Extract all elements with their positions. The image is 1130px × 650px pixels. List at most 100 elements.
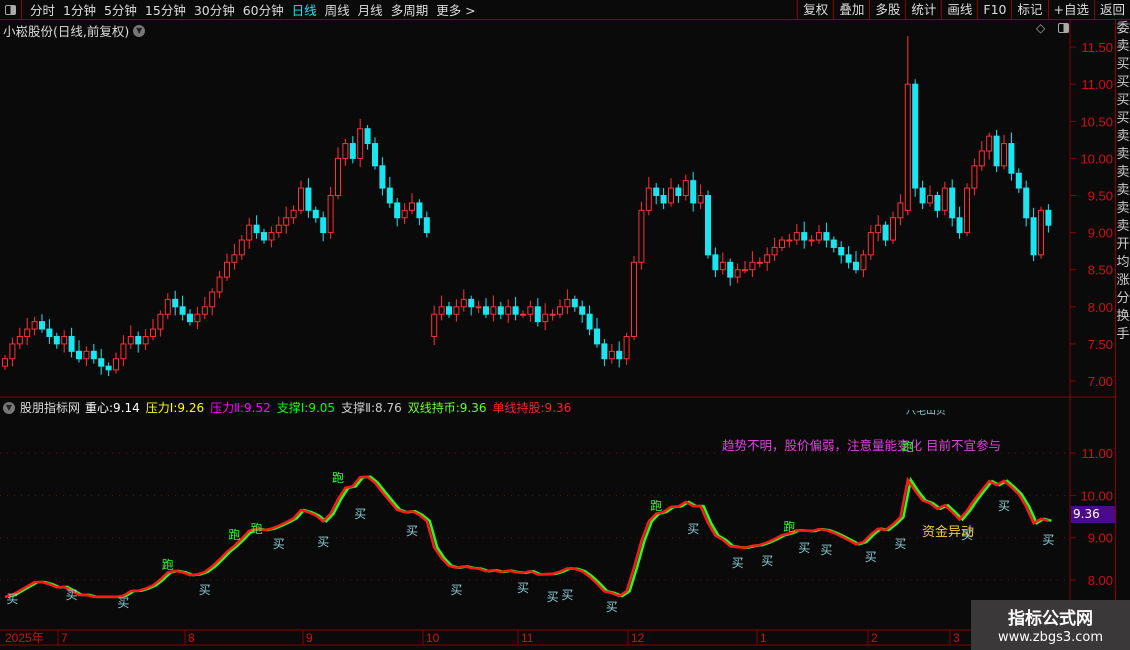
candle [897,194,904,226]
candle [534,298,541,327]
candle [423,211,430,238]
candle [631,256,637,341]
sell-signal-label: 跑 [161,558,174,573]
indicator-tick-label: 9.00 [1088,531,1113,546]
candle [446,301,452,318]
candle [179,295,186,321]
candle [653,183,660,205]
candle [890,211,896,244]
buy-signal-label: 买 [894,536,907,551]
candle [209,288,216,316]
candle [431,305,438,346]
buy-signal-label: 买 [820,543,833,558]
sell-signal-label: 跑 [332,471,345,486]
buy-signal-label: 买 [761,553,774,568]
candle [645,176,652,216]
indicator-value: 双线持币:9.36 [407,401,487,415]
right-info-strip[interactable]: 委卖买买买买卖卖卖卖卖卖开均涨分换手 [1115,20,1130,650]
candle [416,199,423,226]
candle [327,186,334,239]
indicator-name: 股朋指标网 [20,401,81,415]
candle [475,300,482,313]
chevron-down-icon[interactable]: ▼ [3,401,15,414]
candle [231,243,238,270]
candle [705,190,711,259]
price-tick-label: 7.50 [1088,337,1113,352]
candle [9,337,16,367]
candle [586,305,593,336]
candle [616,341,623,368]
current-value-tag: 9.36 [1071,506,1115,523]
candle [61,330,68,353]
candle [357,118,364,168]
candle [978,141,985,171]
buy-signal-label: 买 [450,583,463,598]
candle [46,319,53,344]
candle [24,317,31,346]
candle [719,252,726,275]
buy-signal-label: 买 [605,600,618,615]
candle [320,211,327,242]
candle [90,343,97,364]
candle [468,295,475,316]
candle [16,327,23,349]
candle [150,319,156,341]
buy-signal-label: 买 [961,528,974,543]
candle [53,332,60,349]
candle [853,251,859,274]
candle [394,197,401,227]
time-tick-label: 11 [521,631,534,645]
candle [349,136,356,164]
candle [557,299,563,318]
candle [127,325,134,349]
candle [238,235,245,260]
candle [1023,180,1030,227]
candle [253,215,260,239]
candle [919,180,926,210]
candle [971,158,978,196]
time-tick-label: 1 [760,631,767,645]
candle [364,125,371,150]
candle [675,184,682,203]
sell-signal-label: 跑 [250,522,263,537]
candle [98,348,105,375]
candle [749,251,756,278]
candle [268,226,275,248]
candle [927,185,933,207]
candle [216,270,223,299]
candle [690,172,697,212]
indicator-value: 重心:9.14 [85,401,140,415]
candle [801,221,808,249]
time-tick-label: 7 [61,631,68,645]
candle [164,293,171,320]
buy-signal-label: 买 [117,596,130,611]
candle [712,247,719,278]
candle [505,299,512,323]
candle [76,340,82,363]
candle [941,181,948,216]
candle [142,329,149,351]
candle [172,290,179,316]
candle [438,295,445,321]
candle [949,179,956,227]
candle [816,225,822,244]
buy-signal-label: 买 [798,541,811,556]
candle [779,236,785,252]
candle [2,355,8,370]
buy-signal-label: 买 [65,587,78,602]
candle [401,202,408,224]
candle [512,296,519,321]
price-tick-label: 9.50 [1088,189,1113,204]
candle [312,206,319,223]
candle [823,222,830,248]
sell-signal-label: 跑 [228,528,241,543]
candle [912,79,919,197]
candle [490,295,497,322]
candle [187,309,193,326]
price-tick-label: 8.50 [1088,263,1113,278]
candle [1030,207,1037,262]
indicator-value: 压力Ⅰ:9.26 [145,401,205,415]
indicator-tick-label: 10.00 [1080,488,1113,503]
candle [764,247,771,271]
kline-chart[interactable]: 11.50 11.00 10.50 10.00 9.50 9.00 8.50 8.00 7.50… [0,0,1130,650]
